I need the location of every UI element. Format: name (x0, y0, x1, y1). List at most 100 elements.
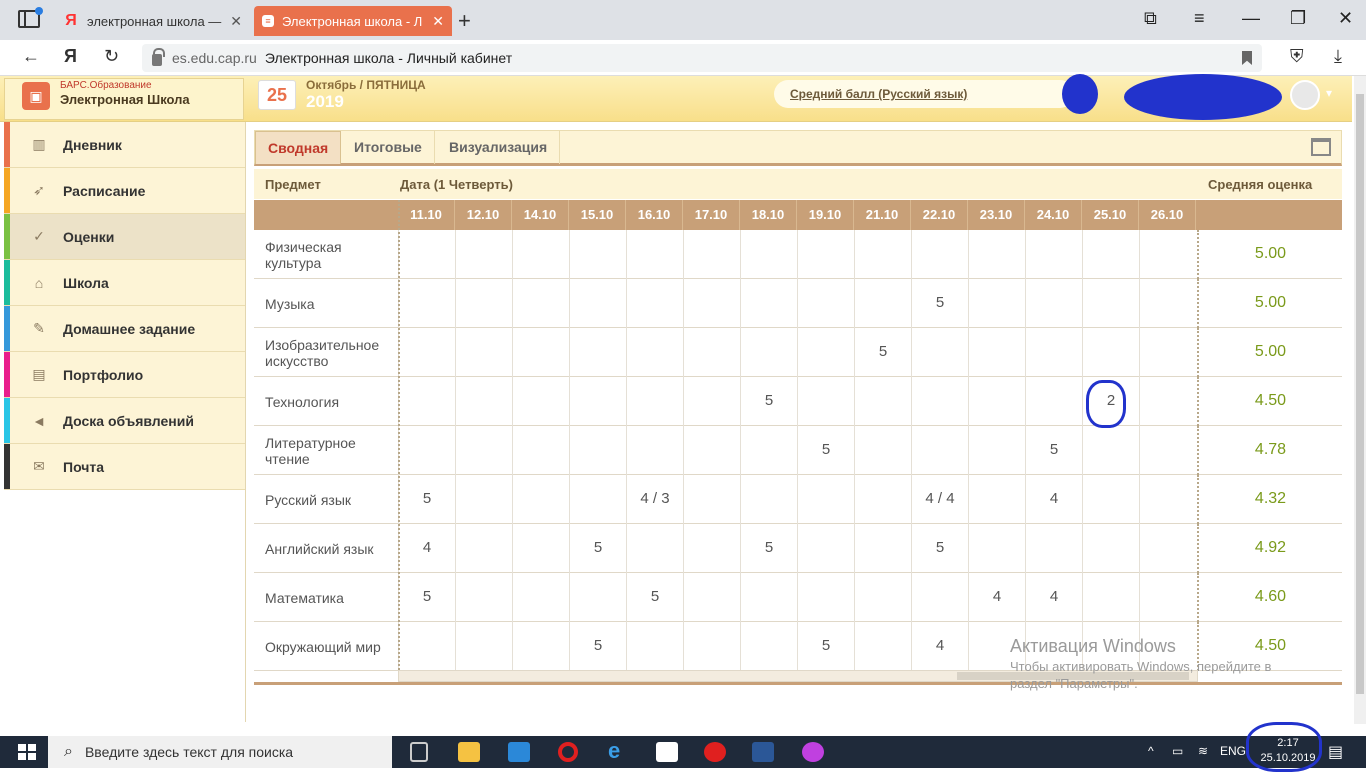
table-row: Литературное чтение 5 5 4.78 (254, 426, 1342, 475)
mark-cell (512, 426, 569, 475)
lock-icon (152, 48, 165, 66)
menu-icon[interactable]: ≡ (1194, 8, 1205, 29)
browser-tab-2[interactable]: ≡ Электронная школа - Л ✕ (254, 6, 452, 36)
nav-item-homework[interactable]: ✎ Домашнее задание (4, 306, 245, 352)
nav-item-announcements[interactable]: ◄ Доска объявлений (4, 398, 245, 444)
mark-cell[interactable]: 4 / 3 (626, 475, 683, 524)
collections-icon[interactable]: ⧉ (1144, 8, 1157, 29)
nav-label: Расписание (63, 182, 146, 199)
mail-app-icon[interactable] (656, 742, 678, 762)
mark-cell (1082, 475, 1139, 524)
mark-cell[interactable]: 5 (797, 426, 854, 475)
nav-item-school[interactable]: ⌂ Школа (4, 260, 245, 306)
taskbar-search[interactable]: ⌕ Введите здесь текст для поиска (48, 736, 392, 768)
close-icon[interactable]: ✕ (432, 13, 444, 30)
paint-icon[interactable] (802, 742, 824, 762)
bookmark-icon[interactable] (1242, 51, 1252, 65)
mark-cell (455, 328, 512, 377)
mark-cell[interactable]: 4 / 4 (911, 475, 968, 524)
task-view-icon[interactable] (410, 742, 428, 762)
mark-cell[interactable]: 4 (968, 573, 1025, 622)
vertical-scrollbar[interactable] (1354, 76, 1366, 724)
mark-cell (854, 524, 911, 573)
date-month-weekday: Октябрь / ПЯТНИЦА (306, 78, 426, 92)
browser-tab-1[interactable]: Я электронная школа — Янд ✕ (55, 6, 250, 36)
file-explorer-icon[interactable] (458, 742, 480, 762)
chevron-up-icon[interactable]: ^ (1148, 744, 1154, 758)
mark-cell[interactable]: 5 (740, 377, 797, 426)
mark-cell (569, 279, 626, 328)
sidebar-toggle-icon[interactable] (18, 7, 43, 28)
edge-icon[interactable]: e (608, 738, 630, 763)
tab-final[interactable]: Итоговые (342, 131, 435, 164)
mark-cell (569, 377, 626, 426)
calendar-icon[interactable] (1311, 138, 1331, 156)
yandex-icon: Я (65, 12, 77, 29)
close-window-icon[interactable]: ✕ (1338, 8, 1353, 29)
avatar[interactable] (1290, 80, 1320, 110)
mark-cell[interactable]: 4 (1025, 475, 1082, 524)
mark-cell[interactable]: 5 (398, 573, 455, 622)
book-icon: ▥ (32, 136, 46, 152)
school-tab-icon: ≡ (262, 15, 274, 27)
new-tab-icon[interactable]: + (458, 8, 471, 34)
nav-item-portfolio[interactable]: ▤ Портфолио (4, 352, 245, 398)
word-icon[interactable] (752, 742, 774, 762)
mark-cell[interactable]: 4 (398, 524, 455, 573)
mark-cell (683, 279, 740, 328)
opera-icon[interactable] (558, 742, 578, 762)
redaction-scribble (1062, 74, 1098, 114)
protect-icon[interactable]: ⛨ (1290, 46, 1304, 67)
school-icon: ⌂ (34, 274, 44, 291)
mark-cell (512, 279, 569, 328)
mark-cell[interactable]: 4 (911, 622, 968, 671)
nav-item-schedule[interactable]: ➶ Расписание (4, 168, 245, 214)
mark-cell[interactable]: 5 (398, 475, 455, 524)
average-mark: 4.60 (1197, 573, 1342, 622)
store-icon[interactable] (508, 742, 530, 762)
back-icon[interactable]: ← (22, 46, 40, 67)
mark-cell[interactable]: 5 (911, 524, 968, 573)
close-icon[interactable]: ✕ (230, 13, 242, 30)
brand-top: БАРС.Образование (60, 80, 152, 91)
mark-cell[interactable]: 5 (569, 622, 626, 671)
mark-cell[interactable]: 5 (854, 328, 911, 377)
mark-cell[interactable]: 5 (1025, 426, 1082, 475)
date-year: 2019 (306, 92, 344, 111)
restore-icon[interactable]: ❐ (1290, 8, 1306, 29)
mark-cell (968, 230, 1025, 279)
date-cell: 16.10 (626, 200, 683, 230)
chevron-down-icon[interactable]: ▾ (1326, 86, 1332, 100)
windows-start-icon[interactable] (18, 744, 36, 760)
notifications-icon[interactable]: ▤ (1328, 742, 1343, 762)
nav-item-mail[interactable]: ✉ Почта (4, 444, 245, 490)
subject-name: Окружающий мир (265, 638, 381, 655)
download-icon[interactable]: ⤓ (1334, 46, 1342, 67)
battery-icon[interactable]: ▭ (1172, 744, 1183, 758)
mark-cell[interactable]: 5 (797, 622, 854, 671)
date-header-row: 11.10 12.10 14.10 15.10 16.10 17.10 18.10 19.10… (254, 200, 1342, 230)
mark-cell (797, 328, 854, 377)
scrollbar-thumb[interactable] (1356, 94, 1364, 694)
brand-name: Электронная Школа (60, 92, 190, 107)
nav-item-grades[interactable]: ✓ Оценки (4, 214, 245, 260)
watermark-text: раздел "Параметры". (1010, 676, 1138, 691)
mark-cell[interactable]: 5 (740, 524, 797, 573)
yandex-browser-icon[interactable] (704, 742, 726, 762)
mark-cell[interactable]: 5 (911, 279, 968, 328)
tab-visualization[interactable]: Визуализация (437, 131, 561, 164)
mark-cell[interactable]: 4 (1025, 573, 1082, 622)
mark-cell (854, 377, 911, 426)
wifi-icon[interactable]: ≋ (1198, 744, 1208, 758)
nav-item-diary[interactable]: ▥ Дневник (4, 122, 245, 168)
average-selector[interactable]: Средний балл (Русский язык) (774, 80, 1074, 108)
yandex-home-icon[interactable]: Я (64, 46, 77, 67)
language-indicator[interactable]: ENG (1220, 744, 1246, 758)
url-field[interactable]: es.edu.cap.ru Электронная школа - Личный… (142, 44, 1262, 72)
mark-cell[interactable]: 5 (626, 573, 683, 622)
minimize-icon[interactable]: — (1242, 8, 1260, 29)
tab-summary[interactable]: Сводная (255, 131, 342, 164)
reload-icon[interactable]: ↻ (104, 46, 119, 67)
mark-cell (1139, 377, 1196, 426)
mark-cell[interactable]: 5 (569, 524, 626, 573)
